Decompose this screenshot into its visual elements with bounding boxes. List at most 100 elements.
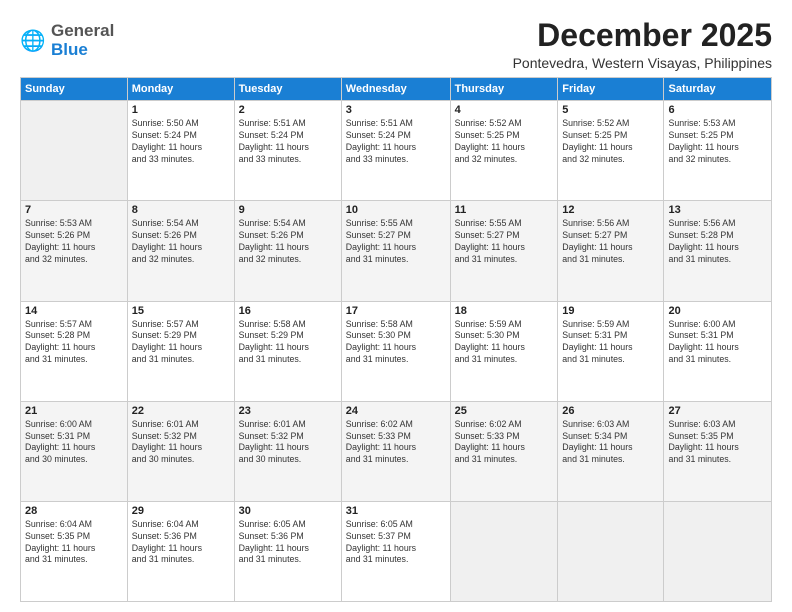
calendar-cell: 13Sunrise: 5:56 AMSunset: 5:28 PMDayligh… <box>664 201 772 301</box>
cell-info: Sunrise: 5:57 AMSunset: 5:29 PMDaylight:… <box>132 319 230 367</box>
cell-info: Sunrise: 5:56 AMSunset: 5:27 PMDaylight:… <box>562 218 659 266</box>
day-number: 2 <box>239 104 337 116</box>
calendar-cell: 23 Sunrise: 6:01 AMSunset: 5:32 PMDayligh… <box>234 401 341 501</box>
week-row-1: 1 Sunrise: 5:50 AMSunset: 5:24 PMDaylight… <box>21 101 772 201</box>
cell-info: Sunrise: 6:01 AMSunset: 5:32 PMDaylight:… <box>132 419 230 467</box>
calendar-cell: 12 Sunrise: 5:56 AMSunset: 5:27 PMDayligh… <box>558 201 664 301</box>
title-block: December 2025 Pontevedra, Western Visaya… <box>513 18 772 71</box>
logo-icon: 🌐 <box>20 27 48 55</box>
calendar-cell <box>558 501 664 601</box>
day-number: 27 <box>668 405 767 417</box>
calendar-cell <box>450 501 558 601</box>
day-number: 3 <box>346 104 446 116</box>
calendar-cell: 25 Sunrise: 6:02 AMSunset: 5:33 PMDayligh… <box>450 401 558 501</box>
header: 🌐 General Blue December 2025 Pontevedra,… <box>20 18 772 71</box>
calendar-cell: 6 Sunrise: 5:53 AMSunset: 5:25 PMDaylight… <box>664 101 772 201</box>
cell-info: Sunrise: 5:51 AMSunset: 5:24 PMDaylight:… <box>346 118 446 166</box>
cell-info: Sunrise: 6:03 AMSunset: 5:34 PMDaylight:… <box>562 419 659 467</box>
cell-info: Sunrise: 5:50 AMSunset: 5:24 PMDaylight:… <box>132 118 230 166</box>
calendar-cell: 19 Sunrise: 5:59 AMSunset: 5:31 PMDayligh… <box>558 301 664 401</box>
page: 🌐 General Blue December 2025 Pontevedra,… <box>0 0 792 612</box>
calendar-cell: 29 Sunrise: 6:04 AMSunset: 5:36 PMDayligh… <box>127 501 234 601</box>
weekday-header-wednesday: Wednesday <box>341 78 450 101</box>
logo-blue-text: Blue <box>51 40 88 59</box>
day-number: 11 <box>455 204 554 216</box>
day-number: 23 <box>239 405 337 417</box>
calendar-cell <box>21 101 128 201</box>
day-number: 6 <box>668 104 767 116</box>
cell-info: Sunrise: 5:53 AMSunset: 5:26 PMDaylight:… <box>25 218 123 266</box>
day-number: 13 <box>668 204 767 216</box>
calendar-cell <box>664 501 772 601</box>
cell-info: Sunrise: 5:54 AMSunset: 5:26 PMDaylight:… <box>239 218 337 266</box>
day-number: 19 <box>562 305 659 317</box>
calendar-cell: 22Sunrise: 6:01 AMSunset: 5:32 PMDayligh… <box>127 401 234 501</box>
cell-info: Sunrise: 5:59 AMSunset: 5:31 PMDaylight:… <box>562 319 659 367</box>
calendar-cell: 1 Sunrise: 5:50 AMSunset: 5:24 PMDaylight… <box>127 101 234 201</box>
weekday-header-sunday: Sunday <box>21 78 128 101</box>
day-number: 25 <box>455 405 554 417</box>
calendar-cell: 18Sunrise: 5:59 AMSunset: 5:30 PMDayligh… <box>450 301 558 401</box>
day-number: 29 <box>132 505 230 517</box>
cell-info: Sunrise: 6:05 AMSunset: 5:37 PMDaylight:… <box>346 519 446 567</box>
weekday-header-row: SundayMondayTuesdayWednesdayThursdayFrid… <box>21 78 772 101</box>
cell-info: Sunrise: 5:58 AMSunset: 5:29 PMDaylight:… <box>239 319 337 367</box>
cell-info: Sunrise: 5:53 AMSunset: 5:25 PMDaylight:… <box>668 118 767 166</box>
calendar-cell: 31Sunrise: 6:05 AMSunset: 5:37 PMDayligh… <box>341 501 450 601</box>
week-row-4: 21 Sunrise: 6:00 AMSunset: 5:31 PMDayligh… <box>21 401 772 501</box>
calendar-cell: 14Sunrise: 5:57 AMSunset: 5:28 PMDayligh… <box>21 301 128 401</box>
weekday-header-friday: Friday <box>558 78 664 101</box>
calendar-cell: 16Sunrise: 5:58 AMSunset: 5:29 PMDayligh… <box>234 301 341 401</box>
day-number: 14 <box>25 305 123 317</box>
weekday-header-thursday: Thursday <box>450 78 558 101</box>
calendar-cell: 17 Sunrise: 5:58 AMSunset: 5:30 PMDayligh… <box>341 301 450 401</box>
calendar-cell: 4Sunrise: 5:52 AMSunset: 5:25 PMDaylight… <box>450 101 558 201</box>
logo-text: General Blue <box>51 22 114 59</box>
cell-info: Sunrise: 6:00 AMSunset: 5:31 PMDaylight:… <box>25 419 123 467</box>
weekday-header-monday: Monday <box>127 78 234 101</box>
day-number: 17 <box>346 305 446 317</box>
day-number: 10 <box>346 204 446 216</box>
day-number: 9 <box>239 204 337 216</box>
calendar-cell: 21 Sunrise: 6:00 AMSunset: 5:31 PMDayligh… <box>21 401 128 501</box>
calendar-cell: 10 Sunrise: 5:55 AMSunset: 5:27 PMDayligh… <box>341 201 450 301</box>
day-number: 5 <box>562 104 659 116</box>
cell-info: Sunrise: 5:54 AMSunset: 5:26 PMDaylight:… <box>132 218 230 266</box>
main-title: December 2025 <box>513 18 772 53</box>
calendar-cell: 15 Sunrise: 5:57 AMSunset: 5:29 PMDayligh… <box>127 301 234 401</box>
cell-info: Sunrise: 6:04 AMSunset: 5:36 PMDaylight:… <box>132 519 230 567</box>
cell-info: Sunrise: 6:04 AMSunset: 5:35 PMDaylight:… <box>25 519 123 567</box>
cell-info: Sunrise: 5:55 AMSunset: 5:27 PMDaylight:… <box>455 218 554 266</box>
day-number: 8 <box>132 204 230 216</box>
cell-info: Sunrise: 5:55 AMSunset: 5:27 PMDaylight:… <box>346 218 446 266</box>
cell-info: Sunrise: 5:51 AMSunset: 5:24 PMDaylight:… <box>239 118 337 166</box>
calendar-table: SundayMondayTuesdayWednesdayThursdayFrid… <box>20 77 772 602</box>
day-number: 1 <box>132 104 230 116</box>
calendar-cell: 24 Sunrise: 6:02 AMSunset: 5:33 PMDayligh… <box>341 401 450 501</box>
day-number: 21 <box>25 405 123 417</box>
calendar-cell: 9 Sunrise: 5:54 AMSunset: 5:26 PMDaylight… <box>234 201 341 301</box>
cell-info: Sunrise: 5:58 AMSunset: 5:30 PMDaylight:… <box>346 319 446 367</box>
cell-info: Sunrise: 5:59 AMSunset: 5:30 PMDaylight:… <box>455 319 554 367</box>
day-number: 7 <box>25 204 123 216</box>
weekday-header-saturday: Saturday <box>664 78 772 101</box>
calendar-cell: 26 Sunrise: 6:03 AMSunset: 5:34 PMDayligh… <box>558 401 664 501</box>
day-number: 26 <box>562 405 659 417</box>
calendar-cell: 3 Sunrise: 5:51 AMSunset: 5:24 PMDaylight… <box>341 101 450 201</box>
subtitle: Pontevedra, Western Visayas, Philippines <box>513 55 772 71</box>
day-number: 24 <box>346 405 446 417</box>
day-number: 15 <box>132 305 230 317</box>
cell-info: Sunrise: 6:01 AMSunset: 5:32 PMDaylight:… <box>239 419 337 467</box>
weekday-header-tuesday: Tuesday <box>234 78 341 101</box>
week-row-3: 14Sunrise: 5:57 AMSunset: 5:28 PMDayligh… <box>21 301 772 401</box>
calendar-cell: 8 Sunrise: 5:54 AMSunset: 5:26 PMDaylight… <box>127 201 234 301</box>
day-number: 30 <box>239 505 337 517</box>
cell-info: Sunrise: 6:00 AMSunset: 5:31 PMDaylight:… <box>668 319 767 367</box>
calendar-cell: 20Sunrise: 6:00 AMSunset: 5:31 PMDayligh… <box>664 301 772 401</box>
calendar-cell: 5Sunrise: 5:52 AMSunset: 5:25 PMDaylight… <box>558 101 664 201</box>
cell-info: Sunrise: 6:02 AMSunset: 5:33 PMDaylight:… <box>455 419 554 467</box>
cell-info: Sunrise: 6:02 AMSunset: 5:33 PMDaylight:… <box>346 419 446 467</box>
day-number: 12 <box>562 204 659 216</box>
day-number: 28 <box>25 505 123 517</box>
calendar-cell: 30Sunrise: 6:05 AMSunset: 5:36 PMDayligh… <box>234 501 341 601</box>
